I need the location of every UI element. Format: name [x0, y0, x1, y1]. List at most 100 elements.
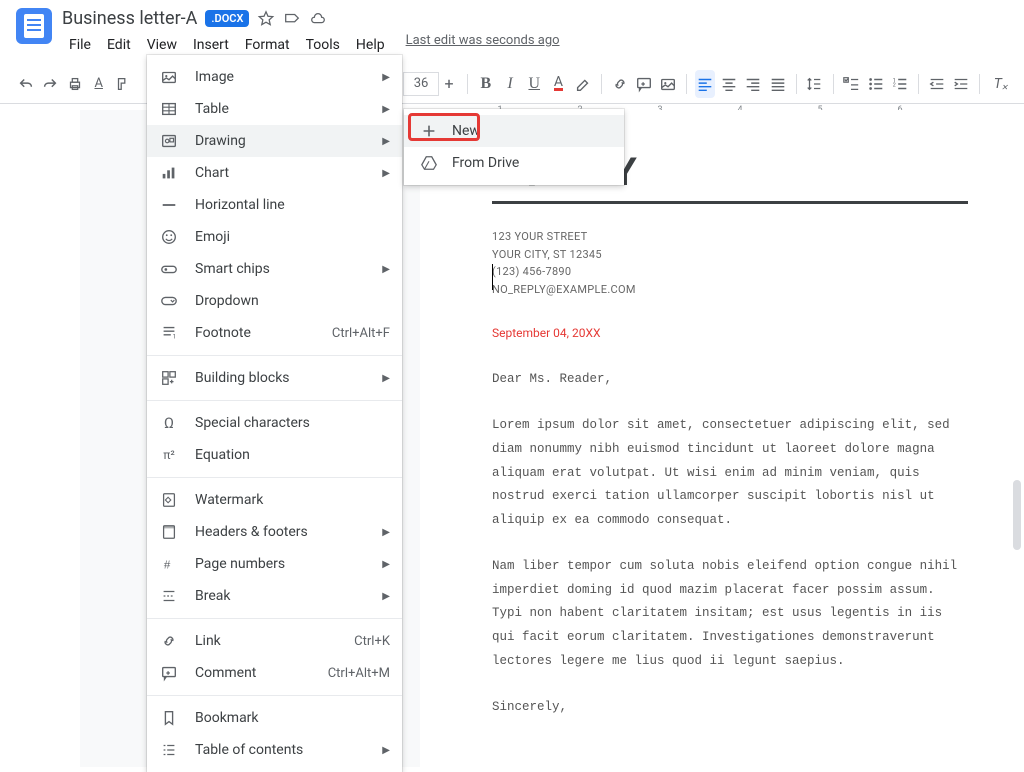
svg-text:2: 2	[893, 82, 896, 88]
print-button[interactable]	[64, 70, 84, 98]
spellcheck-button[interactable]: A	[89, 70, 109, 98]
plus-icon	[420, 122, 438, 140]
bold-button[interactable]: B	[476, 70, 496, 98]
align-left-button[interactable]	[695, 70, 715, 98]
hr-icon	[159, 195, 179, 215]
menu-item-dropdown[interactable]: Dropdown	[147, 285, 402, 317]
chips-icon	[159, 259, 179, 279]
menu-tools[interactable]: Tools	[299, 33, 347, 57]
watermark-icon	[159, 490, 179, 510]
chevron-right-icon: ▶	[382, 559, 390, 570]
menu-item-special-characters[interactable]: ΩSpecial characters	[147, 407, 402, 439]
align-right-button[interactable]	[743, 70, 763, 98]
menu-item-table-of-contents[interactable]: Table of contents▶	[147, 734, 402, 766]
highlight-button[interactable]	[573, 70, 593, 98]
menu-format[interactable]: Format	[238, 33, 297, 57]
undo-button[interactable]	[16, 70, 36, 98]
menu-item-building-blocks[interactable]: Building blocks▶	[147, 362, 402, 394]
menu-item-break[interactable]: Break▶	[147, 580, 402, 612]
align-center-button[interactable]	[719, 70, 739, 98]
link-icon	[159, 631, 179, 651]
font-size-control: 36 +	[403, 72, 459, 96]
pagenum-icon	[159, 554, 179, 574]
insert-image-button[interactable]	[658, 70, 678, 98]
chevron-right-icon: ▶	[382, 72, 390, 83]
menu-item-chart[interactable]: Chart▶	[147, 157, 402, 189]
increase-indent-button[interactable]	[951, 70, 971, 98]
font-size-input[interactable]: 36	[403, 72, 439, 96]
letter-body: Dear Ms. Reader, Lorem ipsum dolor sit a…	[492, 368, 968, 719]
document-title[interactable]: Business letter-A	[62, 8, 197, 29]
pi-icon: π²	[159, 445, 179, 465]
submenu-item-new[interactable]: New	[404, 115, 624, 147]
menu-item-horizontal-line[interactable]: Horizontal line	[147, 189, 402, 221]
table-icon	[159, 99, 179, 119]
italic-button[interactable]: I	[500, 70, 520, 98]
menu-item-smart-chips[interactable]: Smart chips▶	[147, 253, 402, 285]
text-cursor	[492, 264, 493, 290]
image-icon	[159, 67, 179, 87]
chevron-right-icon: ▶	[382, 591, 390, 602]
cloud-status-icon[interactable]	[309, 10, 327, 28]
divider	[492, 201, 968, 204]
line-spacing-button[interactable]	[804, 70, 824, 98]
scrollbar[interactable]	[1013, 80, 1021, 767]
font-size-increase[interactable]: +	[439, 72, 459, 96]
add-comment-button[interactable]	[634, 70, 654, 98]
drive-icon	[420, 154, 438, 172]
docs-logo[interactable]	[16, 8, 52, 44]
submenu-item-from-drive[interactable]: From Drive	[404, 147, 624, 179]
address-block: 123 YOUR STREETYOUR CITY, ST 12345(123) …	[492, 228, 968, 298]
menu-item-comment[interactable]: CommentCtrl+Alt+M	[147, 657, 402, 689]
menu-item-headers-footers[interactable]: Headers & footers▶	[147, 516, 402, 548]
clear-formatting-button[interactable]: T✕	[988, 70, 1008, 98]
menu-item-emoji[interactable]: Emoji	[147, 221, 402, 253]
menu-item-footnote[interactable]: FootnoteCtrl+Alt+F	[147, 317, 402, 349]
document-page[interactable]: MPANY 123 YOUR STREETYOUR CITY, ST 12345…	[420, 110, 1024, 767]
menubar: FileEditViewInsertFormatToolsHelp Last ed…	[62, 33, 560, 57]
emoji-icon	[159, 227, 179, 247]
menu-item-equation[interactable]: π²Equation	[147, 439, 402, 471]
insert-link-button[interactable]	[609, 70, 629, 98]
decrease-indent-button[interactable]	[927, 70, 947, 98]
menu-view[interactable]: View	[140, 33, 184, 57]
menu-item-link[interactable]: LinkCtrl+K	[147, 625, 402, 657]
chevron-right-icon: ▶	[382, 745, 390, 756]
menu-item-bookmark[interactable]: Bookmark	[147, 702, 402, 734]
menu-edit[interactable]: Edit	[100, 33, 138, 57]
menu-help[interactable]: Help	[349, 33, 392, 57]
date-line: September 04, 20XX	[492, 326, 968, 340]
dropdown-icon	[159, 291, 179, 311]
align-justify-button[interactable]	[767, 70, 787, 98]
footnote-icon	[159, 323, 179, 343]
chevron-right-icon: ▶	[382, 136, 390, 147]
chevron-right-icon: ▶	[382, 104, 390, 115]
drawing-submenu: NewFrom Drive	[404, 109, 624, 185]
break-icon	[159, 586, 179, 606]
numbered-list-button[interactable]: 12	[890, 70, 910, 98]
redo-button[interactable]	[40, 70, 60, 98]
bullet-list-button[interactable]	[865, 70, 885, 98]
menu-item-drawing[interactable]: Drawing▶	[147, 125, 402, 157]
menu-item-image[interactable]: Image▶	[147, 61, 402, 93]
star-icon[interactable]	[257, 10, 275, 28]
menu-file[interactable]: File	[62, 33, 98, 57]
drawing-icon	[159, 131, 179, 151]
chevron-right-icon: ▶	[382, 527, 390, 538]
comment-icon	[159, 663, 179, 683]
chart-icon	[159, 163, 179, 183]
paragraph: Nam liber tempor cum soluta nobis eleife…	[492, 555, 968, 674]
paint-format-button[interactable]	[113, 70, 133, 98]
checklist-button[interactable]	[841, 70, 861, 98]
insert-menu: Image▶Table▶Drawing▶Chart▶Horizontal lin…	[147, 55, 402, 772]
underline-button[interactable]: U	[524, 70, 544, 98]
menu-insert[interactable]: Insert	[186, 33, 236, 57]
menu-item-page-numbers[interactable]: Page numbers▶	[147, 548, 402, 580]
menu-item-table[interactable]: Table▶	[147, 93, 402, 125]
text-color-button[interactable]: A	[548, 70, 568, 98]
menu-item-watermark[interactable]: Watermark	[147, 484, 402, 516]
move-icon[interactable]	[283, 10, 301, 28]
chevron-right-icon: ▶	[382, 168, 390, 179]
last-edit-link[interactable]: Last edit was seconds ago	[406, 33, 560, 57]
omega-icon: Ω	[159, 413, 179, 433]
